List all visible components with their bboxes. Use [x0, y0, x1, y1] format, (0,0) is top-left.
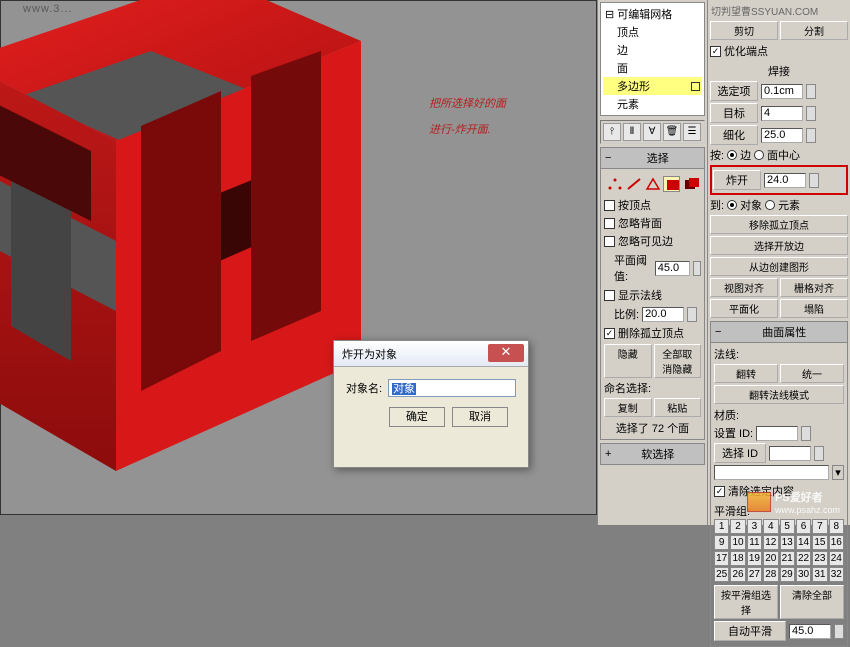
clear-all-button[interactable]: 清除全部 [780, 585, 844, 619]
to-element-radio[interactable] [765, 200, 775, 210]
set-id-input[interactable] [756, 426, 798, 441]
object-name-label: 对象名: [346, 380, 382, 396]
copy-button[interactable]: 复制 [604, 398, 652, 417]
show-normal-checkbox[interactable] [604, 290, 615, 301]
hide-button[interactable]: 隐藏 [604, 344, 652, 378]
polygon-icon[interactable] [663, 176, 679, 192]
sg-cell[interactable]: 1 [714, 519, 729, 534]
weld-target-input[interactable]: 4 [761, 106, 803, 121]
planar-threshold-input[interactable]: 45.0 [655, 261, 690, 276]
explode-dialog: 炸开为对象 ✕ 对象名: 对象 确定 取消 [333, 340, 529, 468]
grid-align-button[interactable]: 栅格对齐 [780, 278, 848, 297]
flip-normal-mode-button[interactable]: 翻转法线模式 [714, 385, 844, 404]
panel-header-text: 切判望曹SSYUAN.COM [710, 2, 848, 19]
tree-item-selected: 多边形 [603, 77, 702, 95]
explode-button[interactable]: 炸开 [713, 170, 761, 190]
remove-iso-button[interactable]: 移除孤立顶点 [710, 215, 848, 234]
dialog-title-text: 炸开为对象 [342, 349, 397, 361]
pin-icon[interactable]: ⫯ [603, 123, 621, 141]
weld-threshold-input[interactable]: 0.1cm [761, 84, 803, 99]
by-edge-radio[interactable] [727, 150, 737, 160]
tessellate-button[interactable]: 细化 [710, 125, 758, 145]
scale-input[interactable]: 20.0 [642, 307, 684, 322]
weld-target-button[interactable]: 目标 [710, 103, 758, 123]
unify-button[interactable]: 统一 [780, 364, 844, 383]
explode-value-input[interactable]: 24.0 [764, 173, 806, 188]
cancel-button[interactable]: 取消 [452, 407, 508, 427]
ignore-vis-checkbox[interactable] [604, 236, 615, 247]
select-id-button[interactable]: 选择 ID [714, 443, 766, 463]
explode-highlight: 炸开24.0 [710, 165, 848, 195]
delete-iso-checkbox[interactable]: ✓ [604, 328, 615, 339]
tree-item: 顶点 [603, 23, 702, 41]
optimize-ends-checkbox[interactable]: ✓ [710, 46, 721, 57]
config-icon[interactable]: ∀ [643, 123, 661, 141]
tree-item: 边 [603, 41, 702, 59]
tree-item: 元素 [603, 95, 702, 113]
modifier-stack[interactable]: ⊟可编辑网格 顶点 边 面 多边形 元素 [600, 2, 705, 116]
edit-geometry-panel: 切判望曹SSYUAN.COM 剪切分割 ✓优化端点 焊接 选定项0.1cm 目标… [707, 0, 850, 525]
collapse-button[interactable]: 塌陷 [780, 299, 848, 318]
cube-model[interactable] [0, 0, 371, 491]
flip-button[interactable]: 翻转 [714, 364, 778, 383]
face-icon[interactable] [644, 176, 660, 192]
by-face-center-radio[interactable] [754, 150, 764, 160]
auto-smooth-input[interactable]: 45.0 [789, 624, 831, 639]
surface-rollout-header[interactable]: −曲面属性 [710, 321, 848, 343]
clear-sel-checkbox[interactable]: ✓ [714, 486, 725, 497]
watermark: PS爱好者 www.psahz.com [747, 489, 840, 515]
weld-group-label: 焊接 [710, 63, 848, 79]
paste-button[interactable]: 粘贴 [654, 398, 702, 417]
create-shape-button[interactable]: 从边创建图形 [710, 257, 848, 276]
selection-rollout: 按顶点 忽略背面 忽略可见边 平面阈值:45.0 显示法线 比例:20.0 ✓删… [600, 169, 705, 440]
edge-icon[interactable] [625, 176, 641, 192]
split-button[interactable]: 分割 [780, 21, 848, 40]
tree-root: ⊟可编辑网格 [603, 5, 702, 23]
watermark-icon [747, 492, 771, 512]
modifier-panel: ⊟可编辑网格 顶点 边 面 多边形 元素 ⫯ Ⅱ ∀ 🗑 ☰ −选择 按顶点 忽… [597, 0, 707, 525]
annotation-text: 把所选择好的面 进行-炸开面. [429, 91, 506, 143]
dialog-titlebar[interactable]: 炸开为对象 ✕ [334, 341, 528, 367]
select-id-input[interactable] [769, 446, 811, 461]
element-icon[interactable] [683, 176, 699, 192]
selection-rollout-header[interactable]: −选择 [600, 147, 705, 169]
spinner[interactable] [687, 307, 697, 322]
trash-icon[interactable]: 🗑 [663, 123, 681, 141]
tessellate-input[interactable]: 25.0 [761, 128, 803, 143]
selection-status: 选择了 72 个面 [604, 420, 701, 436]
close-icon[interactable]: ✕ [488, 344, 524, 362]
stack-toolbar: ⫯ Ⅱ ∀ 🗑 ☰ [600, 120, 705, 144]
material-name-dropdown[interactable] [714, 465, 829, 480]
view-align-button[interactable]: 视图对齐 [710, 278, 778, 297]
select-open-button[interactable]: 选择开放边 [710, 236, 848, 255]
unhide-button[interactable]: 全部取消隐藏 [654, 344, 702, 378]
material-label: 材质: [714, 407, 844, 423]
auto-smooth-button[interactable]: 自动平滑 [714, 621, 786, 641]
more-icon[interactable]: ☰ [683, 123, 701, 141]
weld-selected-button[interactable]: 选定项 [710, 81, 758, 101]
spinner[interactable] [693, 261, 701, 276]
vertex-icon[interactable] [606, 176, 622, 192]
object-name-input[interactable]: 对象 [388, 379, 516, 397]
select-by-sg-button[interactable]: 按平滑组选择 [714, 585, 778, 619]
smoothing-groups: 12345678 910111213141516 171819202122232… [714, 519, 844, 582]
cut-button[interactable]: 剪切 [710, 21, 778, 40]
to-object-radio[interactable] [727, 200, 737, 210]
planarize-button[interactable]: 平面化 [710, 299, 778, 318]
soft-sel-rollout-header[interactable]: +软选择 [600, 443, 705, 465]
ok-button[interactable]: 确定 [389, 407, 445, 427]
ignore-back-checkbox[interactable] [604, 218, 615, 229]
named-sel-label: 命名选择: [604, 380, 701, 396]
tree-item: 面 [603, 59, 702, 77]
show-icon[interactable]: Ⅱ [623, 123, 641, 141]
normals-label: 法线: [714, 346, 844, 362]
by-vertex-checkbox[interactable] [604, 200, 615, 211]
